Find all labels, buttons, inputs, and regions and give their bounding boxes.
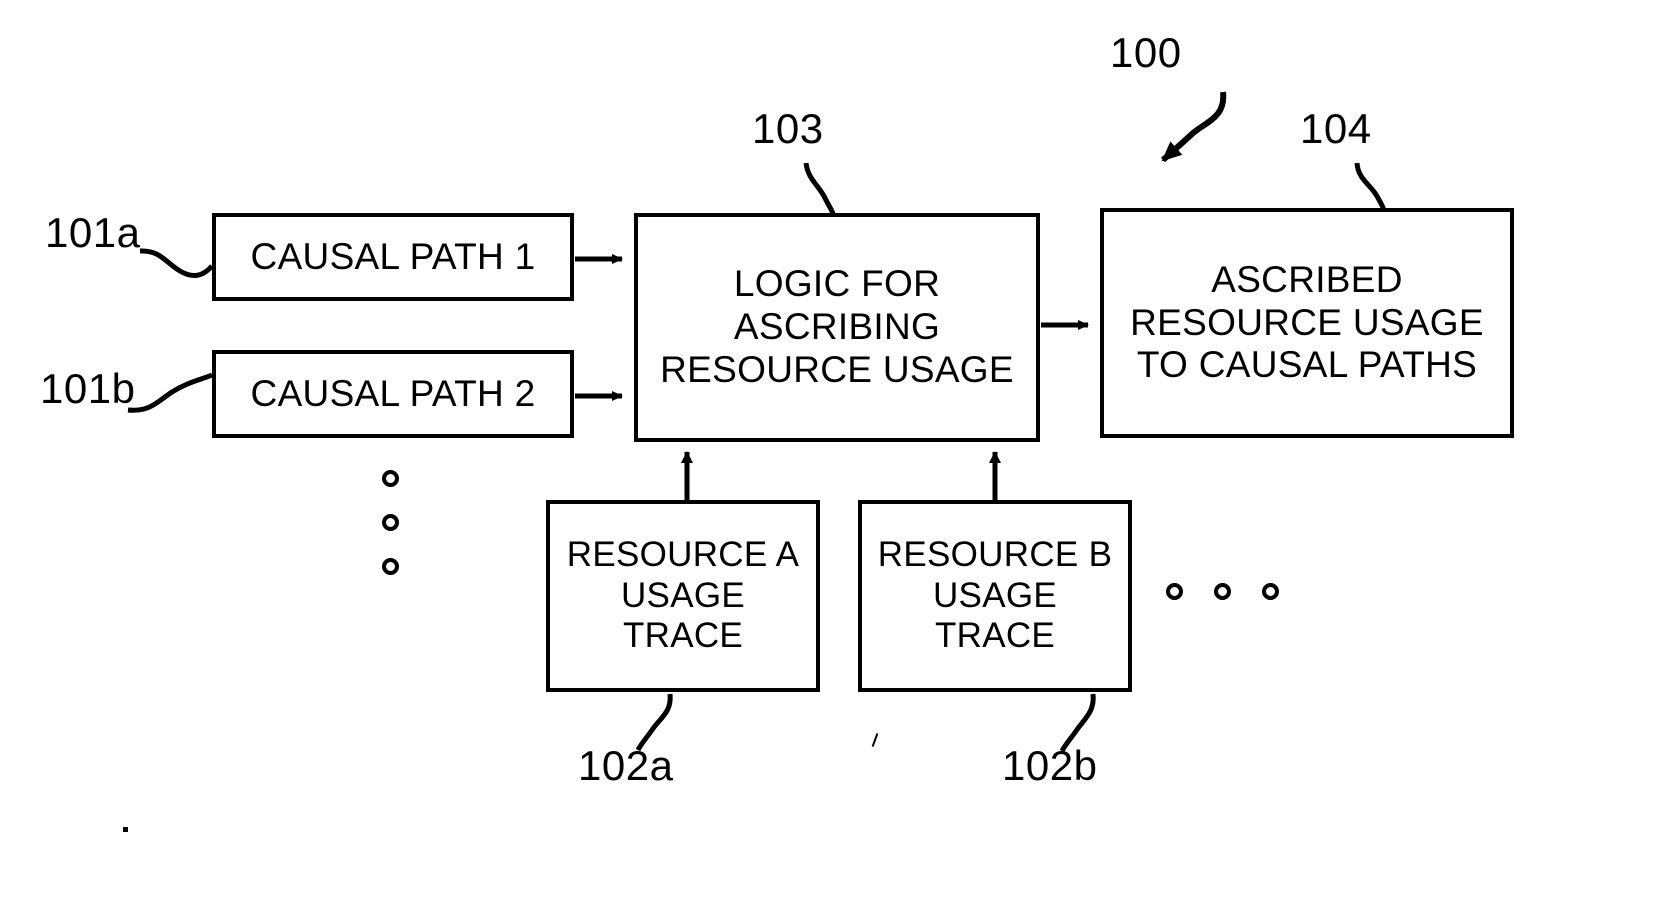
scan-artifact-speck [123, 827, 128, 832]
reference-numeral-103: 103 [752, 105, 824, 152]
box-ascribed-line-3: TO CAUSAL PATHS [1136, 344, 1478, 386]
leader-line-103 [803, 162, 836, 215]
box-resource-b-line-3: TRACE [934, 616, 1056, 656]
system-pointer-arrow [1161, 91, 1227, 163]
reference-numeral-101b: 101b [40, 365, 136, 412]
box-logic-for-ascribing-resource-usage: LOGIC FOR ASCRIBING RESOURCE USAGE [634, 213, 1040, 442]
box-causal-path-1-line-1: CAUSAL PATH 1 [250, 235, 536, 277]
box-logic-line-2: ASCRIBING [733, 306, 941, 348]
reference-numeral-104: 104 [1300, 105, 1372, 152]
ellipsis-dot-icon [1262, 583, 1279, 600]
ellipsis-dot-icon [1214, 583, 1231, 600]
leader-line-104 [1354, 162, 1387, 212]
ellipsis-dots-causal-paths [382, 470, 406, 585]
box-resource-a-usage-trace: RESOURCE A USAGE TRACE [546, 500, 820, 692]
ellipsis-dot-icon [382, 514, 399, 531]
box-ascribed-line-1: ASCRIBED [1211, 258, 1403, 300]
leader-line-101a [139, 248, 214, 278]
box-ascribed-line-2: RESOURCE USAGE [1130, 301, 1484, 343]
reference-numeral-100: 100 [1110, 29, 1182, 76]
box-resource-b-line-2: USAGE [932, 575, 1058, 615]
box-causal-path-2: CAUSAL PATH 2 [212, 350, 574, 438]
ellipsis-dot-icon [382, 558, 399, 575]
box-resource-a-line-1: RESOURCE A [566, 535, 800, 575]
leader-line-101b [127, 372, 213, 413]
box-causal-path-2-line-1: CAUSAL PATH 2 [250, 372, 536, 414]
ellipsis-dots-resource-traces [1166, 583, 1286, 607]
patent-figure: CAUSAL PATH 1 CAUSAL PATH 2 LOGIC FOR AS… [0, 0, 1675, 897]
reference-numeral-102b: 102b [1002, 742, 1098, 789]
ellipsis-dot-icon [382, 470, 399, 487]
reference-numeral-101a: 101a [45, 209, 141, 256]
box-resource-b-line-1: RESOURCE B [877, 535, 1113, 575]
reference-numeral-102a: 102a [578, 742, 674, 789]
ellipsis-dot-icon [1166, 583, 1183, 600]
box-causal-path-1: CAUSAL PATH 1 [212, 213, 574, 301]
box-ascribed-resource-usage-to-causal-paths: ASCRIBED RESOURCE USAGE TO CAUSAL PATHS [1100, 208, 1514, 438]
box-logic-line-1: LOGIC FOR [733, 263, 941, 305]
box-resource-a-line-2: USAGE [620, 575, 746, 615]
box-resource-b-usage-trace: RESOURCE B USAGE TRACE [858, 500, 1132, 692]
connector-layer [127, 91, 1387, 753]
box-resource-a-line-3: TRACE [622, 616, 744, 656]
box-logic-line-3: RESOURCE USAGE [660, 348, 1014, 390]
